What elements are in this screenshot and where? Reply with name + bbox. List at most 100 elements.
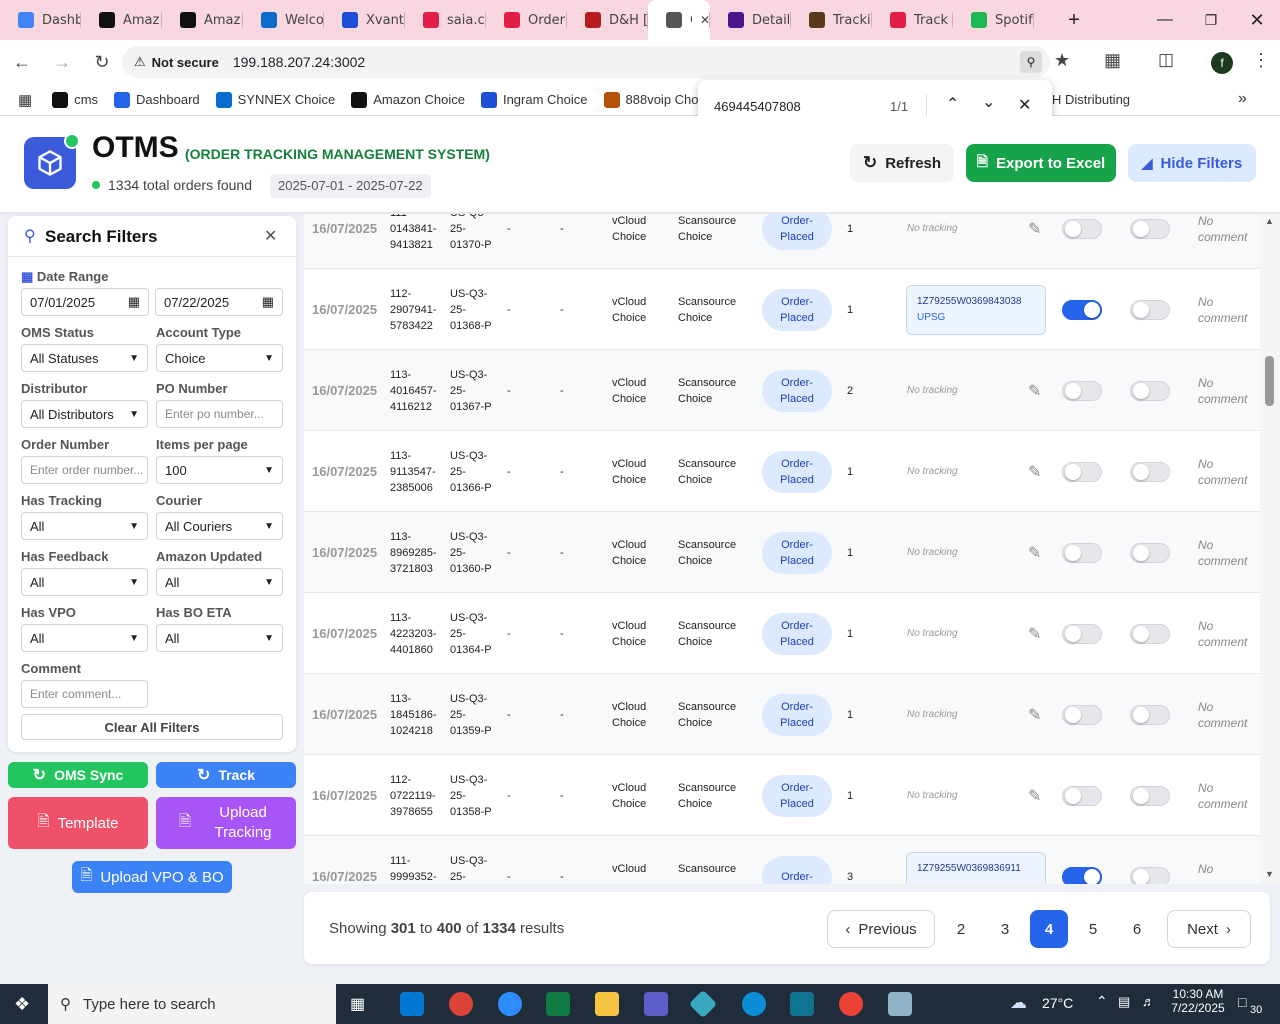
page-5-button[interactable]: 5 bbox=[1074, 910, 1112, 948]
refresh-button[interactable]: ↻ Refresh bbox=[850, 144, 954, 182]
oms-status-select[interactable]: All Statuses ▼ bbox=[21, 344, 148, 372]
windows-start-icon[interactable]: ❖ bbox=[14, 994, 30, 1015]
tracking-number-box[interactable]: 1Z79255W0369843038 UPSG bbox=[906, 284, 1046, 335]
restore-button[interactable]: ❐ bbox=[1188, 0, 1234, 40]
more-bookmarks-icon[interactable]: » bbox=[1238, 90, 1247, 108]
upload-tracking-button[interactable]: 🗎 Upload Tracking bbox=[156, 797, 296, 849]
template-button[interactable]: 🗎 Template bbox=[8, 797, 148, 849]
profile-avatar[interactable]: f bbox=[1211, 52, 1233, 74]
distributor-select[interactable]: All Distributors ▼ bbox=[21, 400, 148, 428]
browser-tab[interactable]: O✕ bbox=[648, 0, 710, 40]
scroll-down-arrow[interactable]: ▼ bbox=[1265, 869, 1274, 879]
tray-chevron-icon[interactable]: ⌃ bbox=[1096, 993, 1108, 1010]
new-tab-button[interactable]: + bbox=[1054, 0, 1094, 40]
edit-pencil-icon[interactable]: ✎ bbox=[1028, 624, 1046, 643]
bookmark-item[interactable]: Amazon Choice bbox=[351, 91, 465, 108]
amazon-updated-toggle[interactable] bbox=[1130, 542, 1170, 563]
amazon-updated-toggle[interactable] bbox=[1130, 866, 1170, 884]
calendar-picker-icon[interactable]: ▦ bbox=[128, 294, 140, 310]
chrome-icon[interactable] bbox=[449, 992, 473, 1016]
script-app-icon[interactable] bbox=[790, 992, 814, 1016]
edit-pencil-icon[interactable]: ✎ bbox=[1028, 219, 1046, 238]
track-button[interactable]: ↻ Track bbox=[156, 762, 296, 788]
browser-tab[interactable]: Amaz bbox=[162, 0, 243, 40]
apps-grid-icon[interactable]: ▦ bbox=[18, 91, 32, 109]
page-2-button[interactable]: 2 bbox=[942, 910, 980, 948]
extensions-icon[interactable]: ▦ bbox=[1104, 50, 1121, 71]
date-to-input[interactable]: 07/22/2025 ▦ bbox=[155, 288, 283, 316]
bookmark-dh-distributing[interactable]: H Distributing bbox=[1052, 92, 1130, 107]
edit-pencil-icon[interactable]: ✎ bbox=[1028, 705, 1046, 724]
feedback-toggle[interactable] bbox=[1062, 542, 1102, 563]
sidepanel-icon[interactable]: ◫ bbox=[1158, 50, 1174, 70]
browser-tab[interactable]: Detail bbox=[710, 0, 791, 40]
taskbar-search[interactable]: ⚲ Type here to search bbox=[48, 984, 336, 1024]
weather-temp[interactable]: 27°C bbox=[1042, 995, 1073, 1011]
browser-tab[interactable]: D&H [ bbox=[567, 0, 648, 40]
feedback-toggle[interactable] bbox=[1062, 299, 1102, 320]
bookmark-item[interactable]: SYNNEX Choice bbox=[215, 91, 335, 108]
calendar-picker-icon[interactable]: ▦ bbox=[262, 294, 274, 310]
po-number-input[interactable]: Enter po number... bbox=[156, 400, 283, 428]
app-diamond-icon[interactable] bbox=[688, 989, 718, 1019]
close-window-button[interactable]: ✕ bbox=[1234, 0, 1280, 40]
clear-filters-button[interactable]: Clear All Filters bbox=[21, 714, 283, 740]
browser-tab[interactable]: Spotif bbox=[953, 0, 1034, 40]
amazon-updated-toggle[interactable] bbox=[1130, 623, 1170, 644]
browser-tab[interactable]: saia.cc bbox=[405, 0, 486, 40]
edit-pencil-icon[interactable]: ✎ bbox=[1028, 543, 1046, 562]
amazon-updated-toggle[interactable] bbox=[1130, 704, 1170, 725]
feedback-toggle[interactable] bbox=[1062, 218, 1102, 239]
export-excel-button[interactable]: 🗎 Export to Excel bbox=[966, 144, 1116, 182]
bookmark-item[interactable]: Ingram Choice bbox=[480, 91, 588, 108]
next-page-button[interactable]: Next › bbox=[1167, 910, 1251, 948]
forward-icon[interactable]: → bbox=[44, 44, 80, 80]
hide-filters-button[interactable]: ◢ Hide Filters bbox=[1128, 144, 1256, 182]
items-per-page-select[interactable]: 100 ▼ bbox=[156, 456, 283, 484]
reload-icon[interactable]: ↻ bbox=[84, 44, 120, 80]
edit-pencil-icon[interactable]: ✎ bbox=[1028, 381, 1046, 400]
browser-tab[interactable]: Dashb bbox=[0, 0, 81, 40]
clock[interactable]: 10:30 AM 7/22/2025 bbox=[1170, 987, 1226, 1015]
bookmark-item[interactable]: Dashboard bbox=[114, 91, 200, 108]
order-number-input[interactable]: Enter order number... bbox=[21, 456, 148, 484]
has-bo-eta-select[interactable]: All ▼ bbox=[156, 624, 283, 652]
edge-icon[interactable] bbox=[742, 992, 766, 1016]
browser-tab[interactable]: Amaz bbox=[81, 0, 162, 40]
bookmark-item[interactable]: cms bbox=[52, 91, 98, 108]
feedback-toggle[interactable] bbox=[1062, 380, 1102, 401]
has-vpo-select[interactable]: All ▼ bbox=[21, 624, 148, 652]
amazon-updated-select[interactable]: All ▼ bbox=[156, 568, 283, 596]
feedback-toggle[interactable] bbox=[1062, 461, 1102, 482]
feedback-toggle[interactable] bbox=[1062, 704, 1102, 725]
table-scrollbar[interactable]: ▲ ▼ bbox=[1260, 214, 1280, 884]
browser-tab[interactable]: Xvanti bbox=[324, 0, 405, 40]
find-next-icon[interactable]: ⌄ bbox=[982, 92, 995, 112]
find-close-icon[interactable]: ✕ bbox=[1018, 95, 1031, 115]
date-from-input[interactable]: 07/01/2025 ▦ bbox=[21, 288, 149, 316]
amazon-updated-toggle[interactable] bbox=[1130, 461, 1170, 482]
amazon-updated-toggle[interactable] bbox=[1130, 785, 1170, 806]
task-view-icon[interactable]: ▦ bbox=[350, 994, 365, 1014]
browser-tab[interactable]: Order: bbox=[486, 0, 567, 40]
page-6-button[interactable]: 6 bbox=[1118, 910, 1156, 948]
amazon-updated-toggle[interactable] bbox=[1130, 218, 1170, 239]
bookmark-star-icon[interactable]: ★ bbox=[1054, 50, 1070, 71]
browser-tab[interactable]: Track bbox=[872, 0, 953, 40]
outlook-icon[interactable] bbox=[400, 992, 424, 1016]
comment-input[interactable]: Enter comment... bbox=[21, 680, 148, 708]
teams-icon[interactable] bbox=[644, 992, 668, 1016]
has-tracking-select[interactable]: All ▼ bbox=[21, 512, 148, 540]
amazon-updated-toggle[interactable] bbox=[1130, 380, 1170, 401]
browser-tab[interactable]: Trackir bbox=[791, 0, 872, 40]
edit-pencil-icon[interactable]: ✎ bbox=[1028, 462, 1046, 481]
chrome-profile-icon[interactable] bbox=[839, 992, 863, 1016]
upload-vpo-bo-button[interactable]: 🗎 Upload VPO & BO bbox=[72, 861, 232, 893]
file-explorer-icon[interactable] bbox=[595, 992, 619, 1016]
minimize-button[interactable]: — bbox=[1142, 0, 1188, 40]
feedback-toggle[interactable] bbox=[1062, 866, 1102, 884]
menu-icon[interactable]: ⋮ bbox=[1252, 50, 1270, 71]
weather-icon[interactable]: ☁ bbox=[1010, 993, 1027, 1013]
page-3-button[interactable]: 3 bbox=[986, 910, 1024, 948]
zoom-icon[interactable] bbox=[498, 992, 522, 1016]
